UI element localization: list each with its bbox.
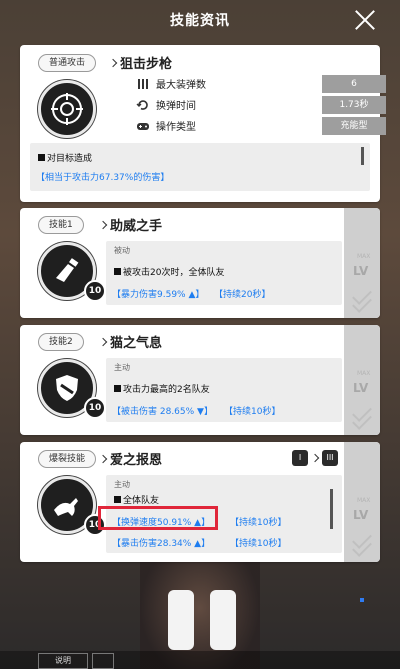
highlight-box bbox=[98, 506, 218, 530]
duration-text: 【持续10秒】 bbox=[230, 539, 287, 549]
skill-tag: 普通攻击 bbox=[38, 54, 97, 72]
weapon-name: 狙击步枪 bbox=[120, 57, 173, 72]
stat-label: 最大装弹数 bbox=[156, 80, 206, 91]
effect-text: 【被击伤害 28.65% ▼】 bbox=[112, 407, 213, 417]
stat-value: 充能型 bbox=[322, 117, 386, 135]
skill-card-1: MAX LV 技能1 助威之手 10 被动 被攻击20次时，全体队友 【暴力伤害… bbox=[20, 208, 380, 318]
dialog-header: 技能资讯 bbox=[0, 0, 400, 40]
skill-card-2: MAX LV 技能2 猫之气息 10 主动 攻击力最高的2名队友 【被击伤害 2… bbox=[20, 325, 380, 435]
background-character-leg bbox=[168, 590, 194, 650]
skill-description: 被动 被攻击20次时，全体队友 【暴力伤害9.59% ▲】 【持续20秒】 bbox=[106, 241, 342, 305]
scrollbar[interactable] bbox=[361, 147, 364, 165]
burst-skill-card: MAX LV 爆裂技能 爱之报恩 I III 10 主动 全体队友 【换弹速度5… bbox=[20, 442, 380, 562]
scrollbar[interactable] bbox=[330, 489, 333, 529]
max-label: MAX bbox=[357, 497, 371, 504]
effect-text: 【暴击伤害28.34% ▲】 bbox=[112, 539, 211, 549]
info-button[interactable]: 说明 bbox=[38, 653, 88, 669]
effect-text: 【暴力伤害9.59% ▲】 bbox=[112, 290, 205, 300]
level-up-panel[interactable]: MAX LV bbox=[344, 208, 380, 318]
skill-description: 主动 攻击力最高的2名队友 【被击伤害 28.65% ▼】 【持续10秒】 bbox=[106, 358, 342, 422]
burst-stage-icon: III bbox=[322, 450, 338, 466]
background-character-leg bbox=[210, 590, 236, 650]
chevron-right-icon bbox=[108, 58, 118, 68]
skill-type: 主动 bbox=[114, 480, 130, 489]
bottom-bar: 说明 bbox=[0, 651, 400, 669]
stat-reload-time: 换弹时间 1.73秒 bbox=[136, 96, 386, 114]
chevron-right-icon bbox=[98, 454, 108, 464]
burst-stage-icon: I bbox=[292, 450, 308, 466]
skill-tag: 技能1 bbox=[38, 216, 84, 234]
stat-value: 1.73秒 bbox=[322, 96, 386, 114]
skill-tag: 爆裂技能 bbox=[38, 450, 97, 468]
gamepad-icon bbox=[137, 123, 149, 130]
background-marker bbox=[360, 598, 364, 602]
description-text: 攻击力最高的2名队友 bbox=[123, 385, 210, 395]
ammo-icon bbox=[138, 79, 148, 89]
stat-label: 换弹时间 bbox=[156, 101, 196, 112]
skill-name: 助威之手 bbox=[110, 219, 163, 234]
close-icon[interactable] bbox=[352, 7, 378, 33]
arrow-right-icon bbox=[310, 453, 320, 463]
duration-text: 【持续20秒】 bbox=[214, 290, 271, 300]
max-label: MAX bbox=[357, 370, 371, 377]
skill-name: 爱之报恩 bbox=[110, 453, 163, 468]
duration-text: 【持续10秒】 bbox=[224, 407, 281, 417]
skill-level-badge: 10 bbox=[84, 280, 106, 302]
description-text: 对目标造成 bbox=[47, 154, 93, 164]
chevron-right-icon bbox=[98, 220, 108, 230]
chevron-right-icon bbox=[98, 337, 108, 347]
max-label: MAX bbox=[357, 253, 371, 260]
damage-effect: 【相当于攻击力67.37%的伤害】 bbox=[36, 173, 170, 183]
lv-label: LV bbox=[353, 381, 369, 395]
skill-name: 猫之气息 bbox=[110, 336, 163, 351]
stat-label: 操作类型 bbox=[156, 122, 196, 133]
level-up-panel[interactable]: MAX LV bbox=[344, 325, 380, 435]
level-up-panel[interactable]: MAX LV bbox=[344, 442, 380, 562]
stat-max-ammo: 最大装弹数 6 bbox=[136, 75, 386, 93]
skill-type: 被动 bbox=[114, 246, 130, 255]
skill-tag: 技能2 bbox=[38, 333, 84, 351]
home-button[interactable] bbox=[92, 653, 114, 669]
skill-type: 主动 bbox=[114, 363, 130, 372]
skill-level-badge: 10 bbox=[84, 397, 106, 419]
reload-icon bbox=[136, 100, 148, 110]
stat-value: 6 bbox=[322, 75, 386, 93]
duration-text: 【持续10秒】 bbox=[230, 518, 287, 528]
attack-description: 对目标造成 【相当于攻击力67.37%的伤害】 bbox=[30, 143, 370, 191]
stat-control-type: 操作类型 充能型 bbox=[136, 117, 386, 135]
lv-label: LV bbox=[353, 264, 369, 278]
weapon-icon bbox=[38, 80, 96, 138]
lv-label: LV bbox=[353, 508, 369, 522]
normal-attack-card: 普通攻击 狙击步枪 最大装弹数 6 换弹时间 1.73秒 操作类型 充能型 对目… bbox=[20, 45, 386, 202]
description-text: 被攻击20次时，全体队友 bbox=[123, 268, 225, 278]
dialog-title: 技能资讯 bbox=[170, 13, 230, 29]
description-text: 全体队友 bbox=[123, 496, 160, 506]
